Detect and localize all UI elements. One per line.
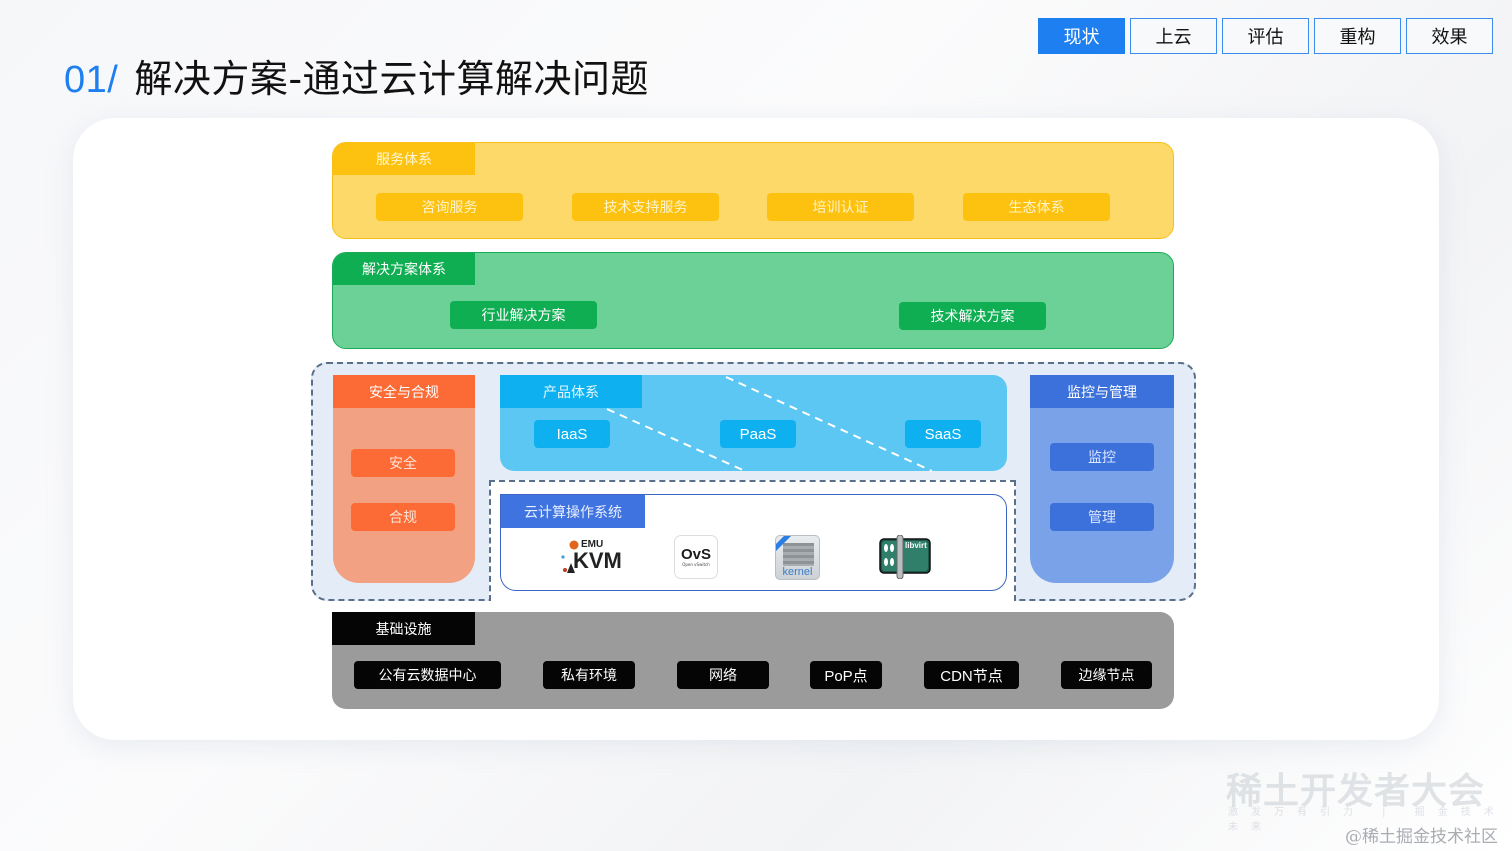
security-compliance-block: 安全与合规 安全 合规 xyxy=(333,375,475,583)
tab-current-state[interactable]: 现状 xyxy=(1038,18,1125,54)
product-system-title: 产品体系 xyxy=(500,375,642,408)
infra-item-network: 网络 xyxy=(677,661,769,689)
kernel-label: kernel xyxy=(782,566,813,578)
cloud-os-title: 云计算操作系统 xyxy=(501,495,645,528)
libvirt-label: libvirt xyxy=(905,541,927,550)
service-item-training: 培训认证 xyxy=(767,193,914,221)
product-item-paas: PaaS xyxy=(720,420,796,448)
security-item: 安全 xyxy=(351,449,455,477)
infra-item-edge: 边缘节点 xyxy=(1061,661,1152,689)
ovs-sublabel: Open vSwitch xyxy=(682,561,710,567)
solution-item-industry: 行业解决方案 xyxy=(450,301,597,329)
service-item-ecosystem: 生态体系 xyxy=(963,193,1110,221)
tab-assessment[interactable]: 评估 xyxy=(1222,18,1309,54)
cloud-os-block: 云计算操作系统 EMU KVM OvS Open vSwitch kernel … xyxy=(500,494,1007,591)
community-watermark: @稀土掘金技术社区 xyxy=(1345,827,1498,847)
kvm-label: KVM xyxy=(573,548,622,573)
infrastructure-title: 基础设施 xyxy=(332,612,475,645)
libvirt-logo: libvirt xyxy=(878,535,932,579)
page-title: 01/解决方案-通过云计算解决问题 xyxy=(64,48,649,103)
product-system-block: 产品体系 IaaS PaaS SaaS xyxy=(500,375,1007,471)
solution-item-technical: 技术解决方案 xyxy=(899,302,1046,330)
qemu-kvm-logo: EMU KVM xyxy=(559,537,623,577)
security-compliance-title: 安全与合规 xyxy=(333,375,475,408)
section-tabs: 现状 上云 评估 重构 效果 xyxy=(1038,18,1493,54)
infra-item-cdn: CDN节点 xyxy=(924,661,1019,689)
infra-item-pop: PoP点 xyxy=(810,661,882,689)
infra-item-public-cloud-dc: 公有云数据中心 xyxy=(354,661,501,689)
solution-system-block: 解决方案体系 行业解决方案 技术解决方案 xyxy=(332,252,1174,349)
tab-results[interactable]: 效果 xyxy=(1406,18,1493,54)
kernel-binary-icon xyxy=(783,543,814,566)
service-item-consulting: 咨询服务 xyxy=(376,193,523,221)
compliance-item: 合规 xyxy=(351,503,455,531)
monitoring-item: 监控 xyxy=(1050,443,1154,471)
monitoring-management-title: 监控与管理 xyxy=(1030,375,1174,408)
management-item: 管理 xyxy=(1050,503,1154,531)
service-item-tech-support: 技术支持服务 xyxy=(572,193,719,221)
tab-migrate-to-cloud[interactable]: 上云 xyxy=(1130,18,1217,54)
ovs-logo: OvS Open vSwitch xyxy=(674,535,718,579)
title-text: 解决方案-通过云计算解决问题 xyxy=(134,57,650,101)
service-system-title: 服务体系 xyxy=(333,143,475,175)
infrastructure-block: 基础设施 公有云数据中心 私有环境 网络 PoP点 CDN节点 边缘节点 xyxy=(332,612,1174,709)
ovs-label: OvS xyxy=(680,545,711,563)
tab-refactor[interactable]: 重构 xyxy=(1314,18,1401,54)
infra-item-private-env: 私有环境 xyxy=(543,661,635,689)
product-item-saas: SaaS xyxy=(905,420,981,448)
section-number: 01/ xyxy=(64,59,119,101)
monitoring-management-block: 监控与管理 监控 管理 xyxy=(1030,375,1174,583)
service-system-block: 服务体系 咨询服务 技术支持服务 培训认证 生态体系 xyxy=(332,142,1174,239)
product-item-iaas: IaaS xyxy=(534,420,610,448)
kernel-logo: kernel xyxy=(775,535,820,580)
solution-system-title: 解决方案体系 xyxy=(333,253,475,285)
